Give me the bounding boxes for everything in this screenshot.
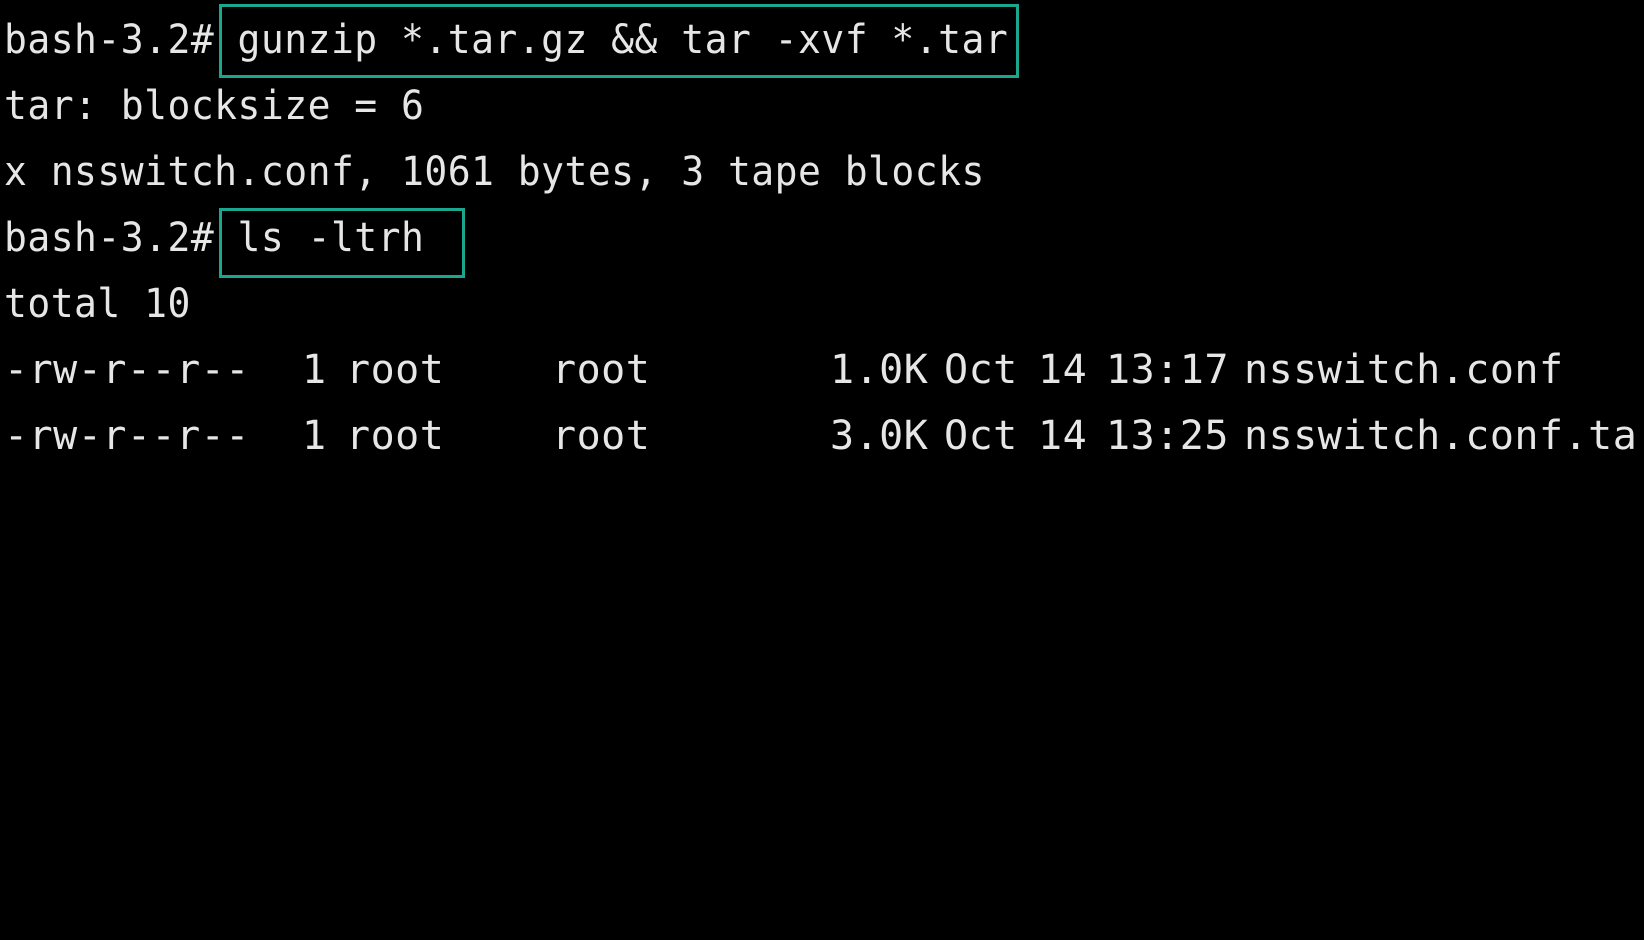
file-owner: root bbox=[346, 413, 445, 459]
shell-prompt: bash-3.2# bbox=[4, 215, 238, 261]
file-size: 1.0K bbox=[830, 347, 929, 393]
file-owner: root bbox=[346, 347, 445, 393]
file-time: 13:17 bbox=[1106, 347, 1229, 393]
file-size: 3.0K bbox=[830, 413, 929, 459]
file-link-count: 1 bbox=[302, 413, 327, 459]
file-group: root bbox=[552, 413, 651, 459]
file-day: 14 bbox=[1038, 347, 1088, 393]
file-name: nsswitch.conf.tar bbox=[1244, 413, 1644, 459]
output-line: tar: blocksize = 6 bbox=[4, 83, 425, 129]
command-highlight-box bbox=[219, 208, 465, 278]
file-link-count: 1 bbox=[302, 347, 327, 393]
shell-prompt: bash-3.2# bbox=[4, 17, 238, 63]
file-day: 14 bbox=[1038, 413, 1088, 459]
file-permissions: -rw-r--r-- bbox=[4, 347, 250, 393]
file-month: Oct bbox=[944, 413, 1018, 459]
command-highlight-box bbox=[219, 4, 1019, 78]
listing-row: -rw-r--r-- 1 root root 1.0K Oct 14 13:17… bbox=[4, 342, 1644, 398]
file-name: nsswitch.conf bbox=[1244, 347, 1564, 393]
file-permissions: -rw-r--r-- bbox=[4, 413, 250, 459]
output-line: total 10 bbox=[4, 281, 191, 327]
file-month: Oct bbox=[944, 347, 1018, 393]
file-time: 13:25 bbox=[1106, 413, 1229, 459]
terminal-window[interactable]: bash-3.2# gunzip *.tar.gz && tar -xvf *.… bbox=[0, 0, 1644, 470]
listing-row: -rw-r--r-- 1 root root 3.0K Oct 14 13:25… bbox=[4, 408, 1644, 464]
output-line: x nsswitch.conf, 1061 bytes, 3 tape bloc… bbox=[4, 149, 985, 195]
file-group: root bbox=[552, 347, 651, 393]
